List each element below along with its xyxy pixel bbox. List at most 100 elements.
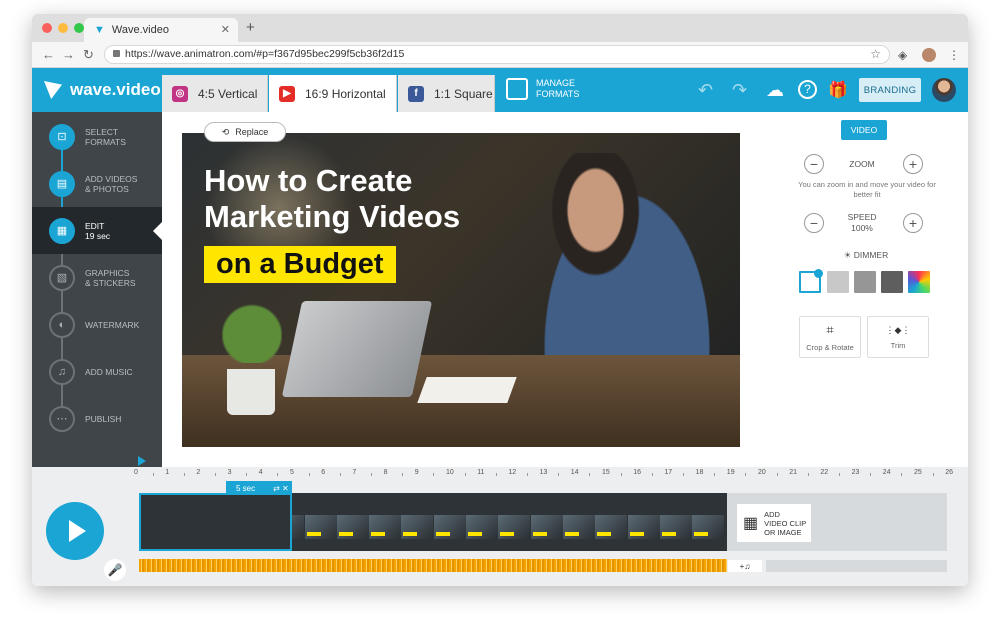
trim-button[interactable]: ⋮◆⋮ Trim — [867, 316, 929, 358]
playhead-marker[interactable] — [138, 456, 146, 466]
sidebar-item-edit[interactable]: ▦ EDIT 19 sec — [32, 207, 162, 254]
tab-format-square[interactable]: f 1:1 Square — [398, 75, 495, 112]
profile-avatar-icon[interactable] — [922, 48, 936, 62]
sidebar-item-select-formats[interactable]: ⊡ SELECT FORMATS — [32, 113, 162, 160]
tab-format-square-label: 1:1 Square — [434, 86, 493, 101]
browser-tab[interactable]: ▼ Wave.video ✕ — [84, 18, 238, 42]
zoom-hint: You can zoom in and move your video for … — [798, 180, 936, 199]
maximize-window-button[interactable] — [74, 23, 84, 33]
zoom-out-button[interactable]: − — [804, 154, 824, 174]
crop-rotate-button[interactable]: ⌗ Crop & Rotate — [799, 316, 861, 358]
ruler-tick-label: 23 — [851, 469, 860, 476]
ruler-minor-tick — [620, 473, 622, 476]
sidebar-label-line: & PHOTOS — [85, 183, 129, 194]
ruler-tick-label: 15 — [602, 469, 610, 476]
ruler-tick-label: 9 — [414, 469, 419, 476]
branding-button[interactable]: BRANDING — [859, 78, 921, 102]
video-settings-button[interactable]: VIDEO — [841, 120, 887, 140]
manage-formats-line2: FORMATS — [536, 89, 580, 99]
sidebar-item-graphics[interactable]: ▧ GRAPHICS & STICKERS — [32, 254, 162, 301]
ruler-minor-tick — [183, 473, 185, 476]
clip-thumbnail — [595, 515, 628, 539]
ruler-minor-tick — [589, 473, 591, 476]
sidebar-item-label: EDIT 19 sec — [85, 221, 110, 241]
facebook-icon: f — [408, 85, 424, 102]
undo-icon[interactable]: ↶ — [698, 80, 713, 101]
add-video-clip-button[interactable]: ▦ ADD VIDEO CLIP OR IMAGE — [737, 504, 811, 542]
redo-icon[interactable]: ↷ — [732, 80, 747, 101]
ruler-minor-tick — [932, 473, 934, 476]
add-music-button[interactable]: +♫ — [728, 560, 762, 572]
sidebar-item-publish[interactable]: ⋯ PUBLISH — [32, 395, 162, 442]
video-title-text[interactable]: How to Create Marketing Videos — [204, 163, 534, 235]
user-avatar[interactable] — [932, 78, 956, 102]
ruler-minor-tick — [308, 473, 310, 476]
active-step-pointer — [153, 222, 162, 240]
instagram-icon: ◎ — [172, 85, 188, 102]
selected-clip[interactable] — [139, 493, 292, 551]
ruler-tick-label: 0 — [134, 469, 138, 476]
manage-formats-line1: MANAGE — [536, 78, 576, 88]
ruler-minor-tick — [152, 473, 154, 476]
new-tab-button[interactable]: + — [246, 19, 255, 36]
speed-decrease-button[interactable]: − — [804, 213, 824, 233]
browser-tab-title: Wave.video — [111, 24, 169, 36]
trim-label: Trim — [890, 340, 906, 350]
bookmark-star-icon[interactable]: ☆ — [870, 46, 881, 63]
speed-increase-button[interactable]: + — [903, 213, 923, 233]
clip-thumbnail — [304, 515, 337, 539]
video-preview[interactable]: How to Create Marketing Videos on a Budg… — [182, 133, 740, 447]
lock-icon — [113, 50, 120, 57]
cloud-save-icon[interactable]: ☁ — [766, 80, 784, 101]
audio-waveform-track[interactable] — [139, 559, 727, 572]
ruler-tick-label: 1 — [165, 469, 170, 476]
ruler-tick-label: 5 — [290, 469, 294, 476]
dimmer-swatch-none[interactable] — [799, 269, 823, 293]
browser-menu-icon[interactable]: ⋮ — [948, 48, 960, 62]
tab-format-horizontal[interactable]: ▶ 16:9 Horizontal — [269, 75, 397, 112]
tab-format-vertical[interactable]: ◎ 4:5 Vertical — [162, 75, 268, 112]
close-window-button[interactable] — [42, 23, 52, 33]
close-tab-icon[interactable]: ✕ — [221, 23, 230, 36]
forward-icon[interactable]: → — [62, 47, 75, 62]
laptop — [281, 301, 433, 397]
add-clip-line1: ADD — [764, 509, 780, 519]
zoom-in-button[interactable]: + — [903, 154, 923, 174]
video-highlight-text[interactable]: on a Budget — [204, 246, 396, 283]
ruler-minor-tick — [776, 473, 778, 476]
sidebar-item-add-music[interactable]: ♫ ADD MUSIC — [32, 348, 162, 395]
dimmer-swatch-custom[interactable] — [908, 271, 930, 293]
ruler-minor-tick — [215, 473, 216, 476]
ruler-tick-label: 13 — [539, 469, 548, 476]
ruler-tick-label: 18 — [695, 469, 704, 476]
clip-duration: 5 sec — [236, 483, 256, 493]
sidebar-item-label: SELECT FORMATS — [85, 127, 126, 147]
help-icon[interactable]: ? — [798, 80, 817, 99]
ruler-minor-tick — [246, 473, 248, 476]
clip-controls-icons[interactable]: ⇄ ✕ — [273, 484, 289, 493]
url-field[interactable]: https://wave.animatron.com/#p=f367d95bec… — [104, 45, 890, 64]
microphone-icon[interactable]: 🎤 — [104, 559, 126, 581]
minimize-window-button[interactable] — [58, 23, 68, 33]
wave-video-logo[interactable]: wave.video — [44, 80, 161, 100]
dimmer-swatch-light[interactable] — [827, 271, 849, 293]
extension-icon[interactable]: ◈ — [898, 48, 907, 62]
manage-formats-button[interactable]: MANAGE FORMATS — [506, 78, 579, 100]
sidebar-item-watermark[interactable]: ◐ WATERMARK — [32, 301, 162, 348]
ruler-tick-label: 3 — [227, 469, 232, 476]
reload-icon[interactable]: ↻ — [83, 47, 94, 63]
ruler-tick-label: 2 — [196, 469, 201, 476]
sidebar-item-label: GRAPHICS & STICKERS — [85, 268, 136, 288]
youtube-icon: ▶ — [279, 85, 295, 102]
dimmer-swatch-medium[interactable] — [854, 271, 876, 293]
play-button[interactable] — [46, 502, 104, 560]
ruler-minor-tick — [683, 473, 684, 476]
dimmer-swatch-dark[interactable] — [881, 271, 903, 293]
clip-thumbnail — [530, 515, 563, 539]
back-icon[interactable]: ← — [42, 47, 55, 62]
sidebar-item-add-videos[interactable]: ▤ ADD VIDEOS & PHOTOS — [32, 160, 162, 207]
replace-button[interactable]: ⟲ Replace — [204, 122, 286, 142]
gift-icon[interactable]: 🎁 — [828, 80, 848, 100]
audio-empty-track — [766, 560, 947, 572]
speed-label: SPEED — [847, 212, 877, 222]
